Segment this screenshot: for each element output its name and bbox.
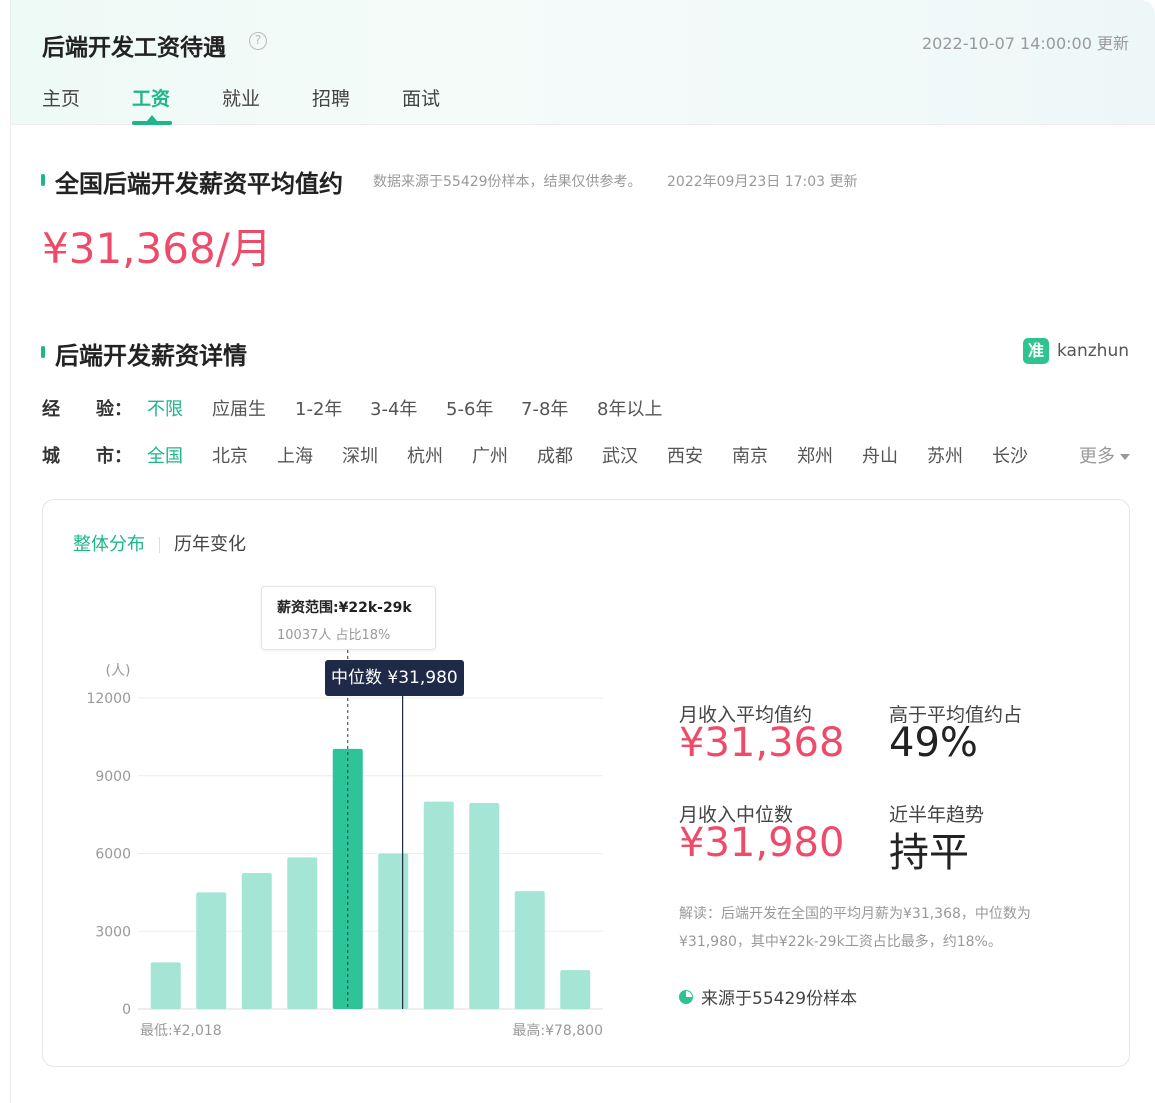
y-tick-label: 0 xyxy=(122,1002,131,1018)
median-value: ¥31,980 xyxy=(679,820,845,866)
section-marker xyxy=(41,346,45,358)
interpretation-text: 解读：后端开发在全国的平均月薪为¥31,368，中位数为¥31,980，其中¥2… xyxy=(679,906,1031,950)
y-tick-label: 6000 xyxy=(95,847,131,863)
summary-title: 全国后端开发薪资平均值约 xyxy=(55,170,343,198)
salary-page-card: 后端开发工资待遇 ? 2022-10-07 14:00:00 更新 主页 工资 … xyxy=(10,0,1155,1103)
tab-salary[interactable]: 工资 xyxy=(132,84,170,111)
tab-recruitment[interactable]: 招聘 xyxy=(312,84,350,111)
tab-home[interactable]: 主页 xyxy=(42,84,80,111)
city-option[interactable]: 郑州 xyxy=(797,442,833,468)
trend-value: 持平 xyxy=(889,830,969,876)
bar-tooltip: 薪资范围:¥22k-29k 10037人 占比18% xyxy=(261,586,436,650)
tooltip-range: 薪资范围:¥22k-29k xyxy=(277,600,412,616)
subtab-history[interactable]: 历年变化 xyxy=(174,534,246,555)
histogram-bar xyxy=(287,857,318,1009)
chart-subtabs: 整体分布 历年变化 xyxy=(73,530,246,556)
y-unit-label: (人) xyxy=(106,663,131,679)
experience-option[interactable]: 7-8年 xyxy=(521,395,568,421)
city-option[interactable]: 北京 xyxy=(212,442,248,468)
city-option[interactable]: 西安 xyxy=(667,442,703,468)
experience-option[interactable]: 8年以上 xyxy=(597,395,662,421)
experience-option[interactable]: 1-2年 xyxy=(295,395,342,421)
city-option[interactable]: 广州 xyxy=(472,442,508,468)
page-title: 后端开发工资待遇 xyxy=(42,35,226,61)
city-option[interactable]: 舟山 xyxy=(862,442,898,468)
summary-note: 数据来源于55429份样本，结果仅供参考。 xyxy=(373,174,642,190)
experience-option[interactable]: 5-6年 xyxy=(446,395,493,421)
city-option[interactable]: 长沙 xyxy=(992,442,1028,468)
city-more-dropdown[interactable]: 更多 xyxy=(1079,442,1130,468)
active-tab-indicator xyxy=(132,115,172,125)
histogram-bar xyxy=(196,892,227,1009)
more-label: 更多 xyxy=(1079,446,1115,467)
histogram-bar xyxy=(150,962,181,1009)
histogram-bar xyxy=(560,970,591,1009)
city-option[interactable]: 上海 xyxy=(277,442,313,468)
min-salary-label: 最低:¥2,018 xyxy=(140,1023,222,1039)
help-icon[interactable]: ? xyxy=(249,32,267,50)
experience-filter: 经 验： 不限 应届生 1-2年 3-4年 5-6年 7-8年 8年以上 xyxy=(42,395,1142,421)
kanzhun-brand[interactable]: 准 kanzhun xyxy=(1023,338,1129,364)
city-filter: 城 市： 全国 北京 上海 深圳 杭州 广州 成都 武汉 西安 南京 郑州 舟山… xyxy=(42,442,1142,468)
kanzhun-logo-icon: 准 xyxy=(1023,338,1050,364)
experience-option[interactable]: 3-4年 xyxy=(370,395,417,421)
histogram-bar xyxy=(241,872,272,1009)
city-label: 城 市： xyxy=(42,446,132,467)
salary-histogram: (人) 0 3000 6000 9000 12000 最低:¥2,018 最高:¥78,800… xyxy=(73,580,633,1050)
details-title: 后端开发薪资详情 xyxy=(55,342,247,370)
chevron-down-icon xyxy=(1120,454,1130,460)
histogram-bar xyxy=(469,802,500,1009)
pie-chart-icon xyxy=(679,989,693,1004)
section-marker xyxy=(41,174,45,186)
city-option[interactable]: 成都 xyxy=(537,442,573,468)
city-option[interactable]: 深圳 xyxy=(342,442,378,468)
avg-value: ¥31,368 xyxy=(679,720,845,766)
tooltip-count: 10037人 占比18% xyxy=(277,628,391,643)
max-salary-label: 最高:¥78,800 xyxy=(512,1022,603,1039)
tab-interview[interactable]: 面试 xyxy=(402,84,440,111)
source-text: 来源于55429份样本 xyxy=(701,989,858,1009)
y-tick-label: 9000 xyxy=(95,769,131,785)
average-salary: ¥31,368/月 xyxy=(42,224,272,273)
subtab-divider xyxy=(159,537,160,553)
y-tick-label: 12000 xyxy=(86,691,131,707)
brand-name: kanzhun xyxy=(1057,341,1129,361)
city-option[interactable]: 杭州 xyxy=(407,442,443,468)
above-avg-value: 49% xyxy=(889,720,978,766)
experience-option[interactable]: 应届生 xyxy=(212,395,266,421)
experience-label: 经 验： xyxy=(42,399,132,420)
experience-option[interactable]: 不限 xyxy=(147,395,183,421)
salary-distribution-panel: 整体分布 历年变化 (人) 0 3000 6000 9000 12000 最低:¥2,018 最… xyxy=(42,499,1130,1067)
sample-source: 来源于55429份样本 xyxy=(679,984,857,1009)
header-background xyxy=(11,0,1155,125)
y-tick-label: 3000 xyxy=(95,924,131,940)
subtab-distribution[interactable]: 整体分布 xyxy=(73,534,145,555)
histogram-bar xyxy=(514,891,545,1009)
median-flag: 中位数 ¥31,980 xyxy=(325,660,464,696)
summary-note-time: 2022年09月23日 17:03 更新 xyxy=(667,174,858,190)
city-option[interactable]: 全国 xyxy=(147,442,183,468)
histogram-svg: (人) 0 3000 6000 9000 12000 最低:¥2,018 最高:¥78,800 xyxy=(86,620,603,1039)
city-option[interactable]: 武汉 xyxy=(602,442,638,468)
histogram-bar xyxy=(423,801,454,1009)
histogram-bar xyxy=(378,853,409,1009)
city-option[interactable]: 苏州 xyxy=(927,442,963,468)
tab-employment[interactable]: 就业 xyxy=(222,84,260,111)
city-option[interactable]: 南京 xyxy=(732,442,768,468)
update-time: 2022-10-07 14:00:00 更新 xyxy=(921,34,1129,53)
